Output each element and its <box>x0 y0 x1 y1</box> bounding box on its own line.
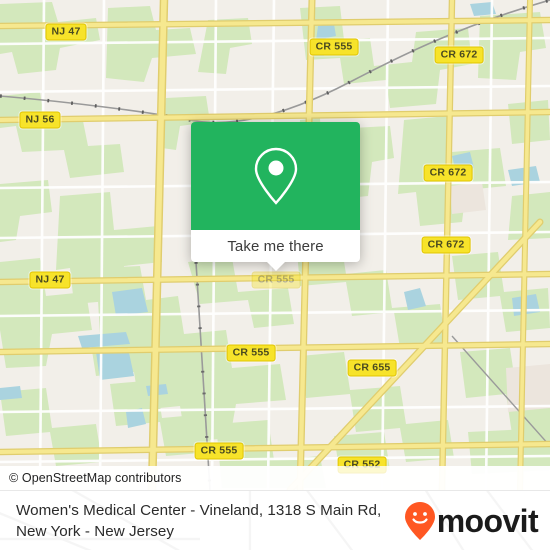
popup-header <box>191 122 360 230</box>
attribution-text: © OpenStreetMap contributors <box>9 471 182 485</box>
moovit-logo[interactable]: moovit <box>404 501 550 540</box>
road-shield: CR 672 <box>434 46 484 64</box>
map-pin-icon <box>254 147 297 205</box>
map-screenshot: NJ 47 CR 555 CR 672 NJ 56 CR 672 CR 672 CR 555… <box>0 0 550 550</box>
road-shield: CR 672 <box>423 164 473 182</box>
footer-bar: Women's Medical Center - Vineland, 1318 … <box>0 490 550 550</box>
road-shield: CR 555 <box>226 344 276 362</box>
place-title: Women's Medical Center - Vineland, 1318 … <box>0 500 405 542</box>
moovit-smiley-pin-icon <box>404 501 435 540</box>
road-shield: CR 655 <box>347 359 397 377</box>
road-shield: CR 555 <box>194 442 244 460</box>
popup-pointer-tail <box>266 262 285 271</box>
road-shield: NJ 47 <box>29 271 71 289</box>
popup-action-bar[interactable]: Take me there <box>191 230 360 271</box>
road-shield: NJ 56 <box>19 111 61 129</box>
place-title-line2: New York - New Jersey <box>16 522 175 540</box>
location-popup-card[interactable]: Take me there <box>191 122 360 271</box>
take-me-there-button[interactable]: Take me there <box>227 238 323 255</box>
moovit-wordmark: moovit <box>436 502 539 539</box>
osm-attribution[interactable]: © OpenStreetMap contributors <box>0 466 550 490</box>
road-shield: CR 672 <box>421 236 471 254</box>
road-shield: CR 555 <box>309 38 359 56</box>
road-shield: CR 555 <box>251 271 301 289</box>
map-canvas[interactable]: NJ 47 CR 555 CR 672 NJ 56 CR 672 CR 672 CR 555… <box>0 0 550 490</box>
place-title-line1: Women's Medical Center - Vineland, 1318 … <box>16 501 382 519</box>
road-shield: NJ 47 <box>45 23 87 41</box>
